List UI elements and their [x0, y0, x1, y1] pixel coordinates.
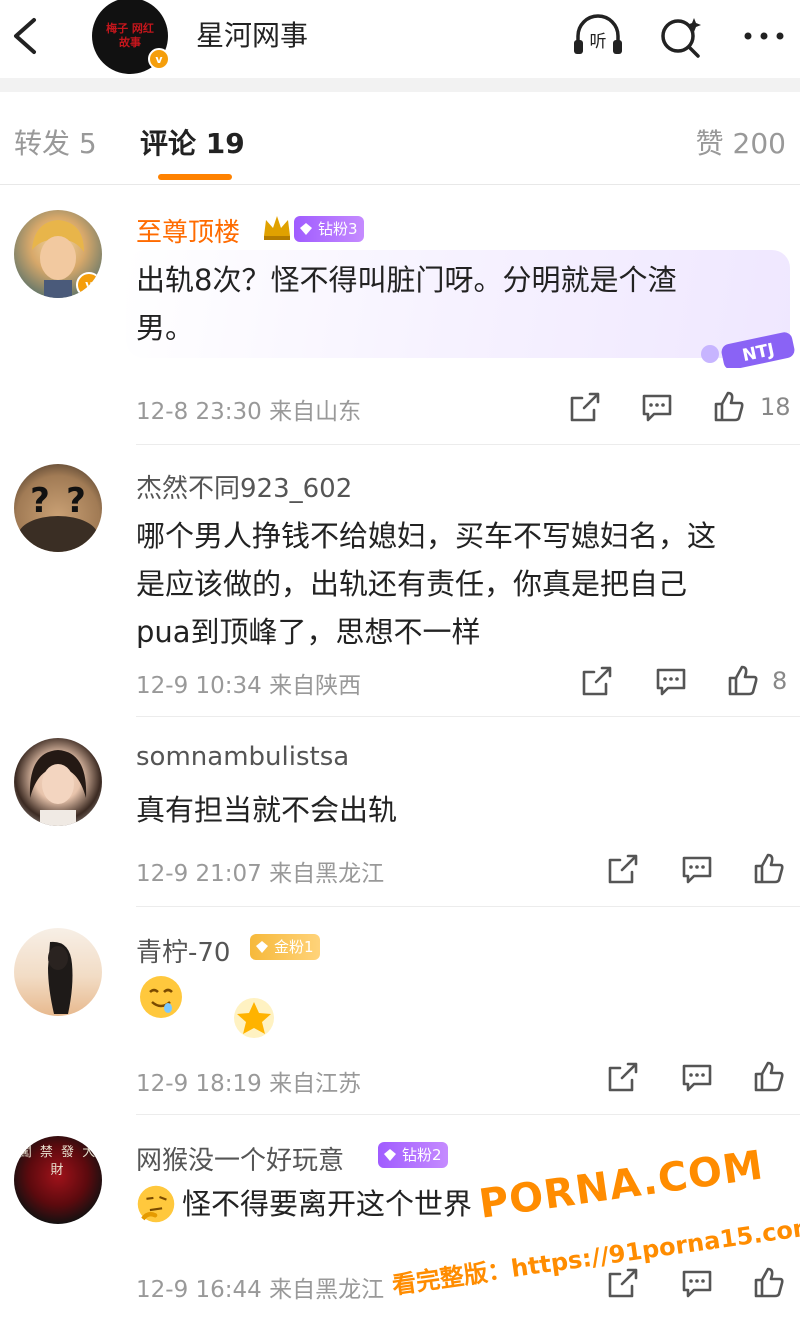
avatar-portrait-icon — [48, 941, 73, 1014]
reply-comment-icon[interactable] — [680, 852, 714, 886]
fan-level-label: 金粉1 — [274, 938, 314, 956]
back-arrow-icon[interactable] — [6, 14, 46, 58]
tabs-divider — [0, 184, 800, 185]
comment-divider — [136, 906, 800, 907]
active-tab-indicator — [158, 174, 232, 180]
comment-text: 真有担当就不会出轨 — [136, 793, 398, 827]
fan-level-badge: 金粉1 — [250, 934, 320, 960]
like-thumb-icon[interactable] — [712, 390, 746, 424]
fan-level-label: 钻粉3 — [318, 220, 358, 238]
comment-text: 怪不得要离开这个世界 — [182, 1187, 473, 1221]
header-divider — [0, 78, 800, 92]
sparkle-star-emoji-icon — [234, 998, 274, 1038]
crown-icon — [264, 216, 290, 240]
account-avatar[interactable]: 梅子 网红故事 v — [92, 0, 170, 74]
comment-text: 哪个男人挣钱不给媳妇，买车不写媳妇名，这 是应该做的，出轨还有责任，你真是把自己… — [136, 512, 716, 656]
share-icon[interactable] — [606, 1060, 640, 1094]
share-icon[interactable] — [568, 390, 602, 424]
listen-headphones-icon[interactable]: 听 — [570, 14, 626, 58]
fan-level-label: 钻粉2 — [402, 1146, 442, 1164]
top-bar: 梅子 网红故事 v 星河网事 听 — [0, 0, 800, 78]
comment-divider — [136, 716, 800, 717]
avatar[interactable] — [14, 738, 102, 826]
watermark-logo: PORNA.COM — [476, 1142, 767, 1228]
bubble-decoration: NTJ — [701, 332, 795, 368]
comment-meta: 12-8 23:30 来自山东 — [136, 399, 362, 425]
like-thumb-icon[interactable] — [726, 664, 760, 698]
diamond-icon — [300, 223, 312, 235]
drooling-emoji-icon — [140, 976, 182, 1018]
search-sparkle-icon[interactable] — [654, 14, 710, 58]
diamond-icon — [384, 1149, 396, 1161]
diamond-icon — [256, 941, 268, 953]
share-icon[interactable] — [606, 852, 640, 886]
comment-username[interactable]: 至尊顶楼 — [136, 212, 240, 249]
comment-meta: 12-9 16:44 来自黑龙江 — [136, 1277, 385, 1303]
tab-repost[interactable]: 转发 5 — [14, 122, 97, 162]
like-count: 18 — [760, 393, 791, 421]
reply-comment-icon[interactable] — [654, 664, 688, 698]
reply-comment-icon[interactable] — [680, 1266, 714, 1300]
svg-text:?: ? — [66, 481, 86, 521]
verified-badge-icon: v — [76, 272, 102, 298]
more-options-icon[interactable] — [736, 14, 792, 58]
fan-level-badge: 钻粉3 — [294, 216, 364, 242]
tab-comment[interactable]: 评论 19 — [140, 122, 245, 162]
comment-text-line: 是应该做的，出轨还有责任，你真是把自己 — [136, 567, 688, 601]
avatar[interactable]: ? ? — [14, 464, 102, 552]
like-thumb-icon[interactable] — [752, 1060, 786, 1094]
avatar[interactable]: v — [14, 210, 102, 298]
comment-text-line: 出轨8次？怪不得叫脏门呀。分明就是个渣 — [136, 263, 677, 297]
comment-username[interactable]: 青柠-70 — [136, 932, 230, 969]
fan-level-badge: 钻粉2 — [378, 1142, 448, 1168]
svg-text:听: 听 — [590, 32, 607, 52]
verified-badge-icon: v — [148, 48, 170, 70]
reply-comment-icon[interactable] — [680, 1060, 714, 1094]
comment-username[interactable]: somnambulistsa — [136, 742, 349, 772]
comment-username[interactable]: 杰然不同923_602 — [136, 468, 352, 505]
comment-meta: 12-9 21:07 来自黑龙江 — [136, 861, 385, 887]
comment-meta: 12-9 18:19 来自江苏 — [136, 1071, 362, 1097]
like-thumb-icon[interactable] — [752, 852, 786, 886]
account-logo-text: 梅子 网红故事 — [106, 22, 154, 49]
comment-text: 出轨8次？怪不得叫脏门呀。分明就是个渣 男。 — [136, 256, 676, 352]
comment-text-line: 哪个男人挣钱不给媳妇，买车不写媳妇名，这 — [136, 519, 717, 553]
detail-tabs: 转发 5 评论 19 赞 200 — [0, 92, 800, 184]
comment-text-line: pua到顶峰了，思想不一样 — [136, 615, 481, 649]
like-count: 8 — [772, 667, 788, 695]
reply-comment-icon[interactable] — [640, 390, 674, 424]
comment-divider — [136, 1114, 800, 1115]
comment-username[interactable]: 网猴没一个好玩意 — [136, 1140, 344, 1177]
avatar-calligraphy-text: 闖 禁 發 大 財 — [18, 1145, 98, 1178]
share-icon[interactable] — [606, 1266, 640, 1300]
share-icon[interactable] — [580, 664, 614, 698]
svg-text:?: ? — [30, 481, 50, 521]
like-thumb-icon[interactable] — [752, 1266, 786, 1300]
account-name[interactable]: 星河网事 — [196, 14, 308, 54]
comment-meta: 12-9 10:34 来自陕西 — [136, 673, 362, 699]
avatar[interactable]: 闖 禁 發 大 財 — [14, 1136, 102, 1224]
thinking-emoji-icon — [137, 1185, 175, 1223]
avatar-portrait-icon — [29, 750, 87, 826]
avatar[interactable] — [14, 928, 102, 1016]
comment-divider — [136, 444, 800, 445]
tab-like[interactable]: 赞 200 — [696, 122, 786, 162]
comment-text-line: 男。 — [136, 311, 195, 345]
question-mark-face-icon: ? ? — [18, 481, 98, 552]
